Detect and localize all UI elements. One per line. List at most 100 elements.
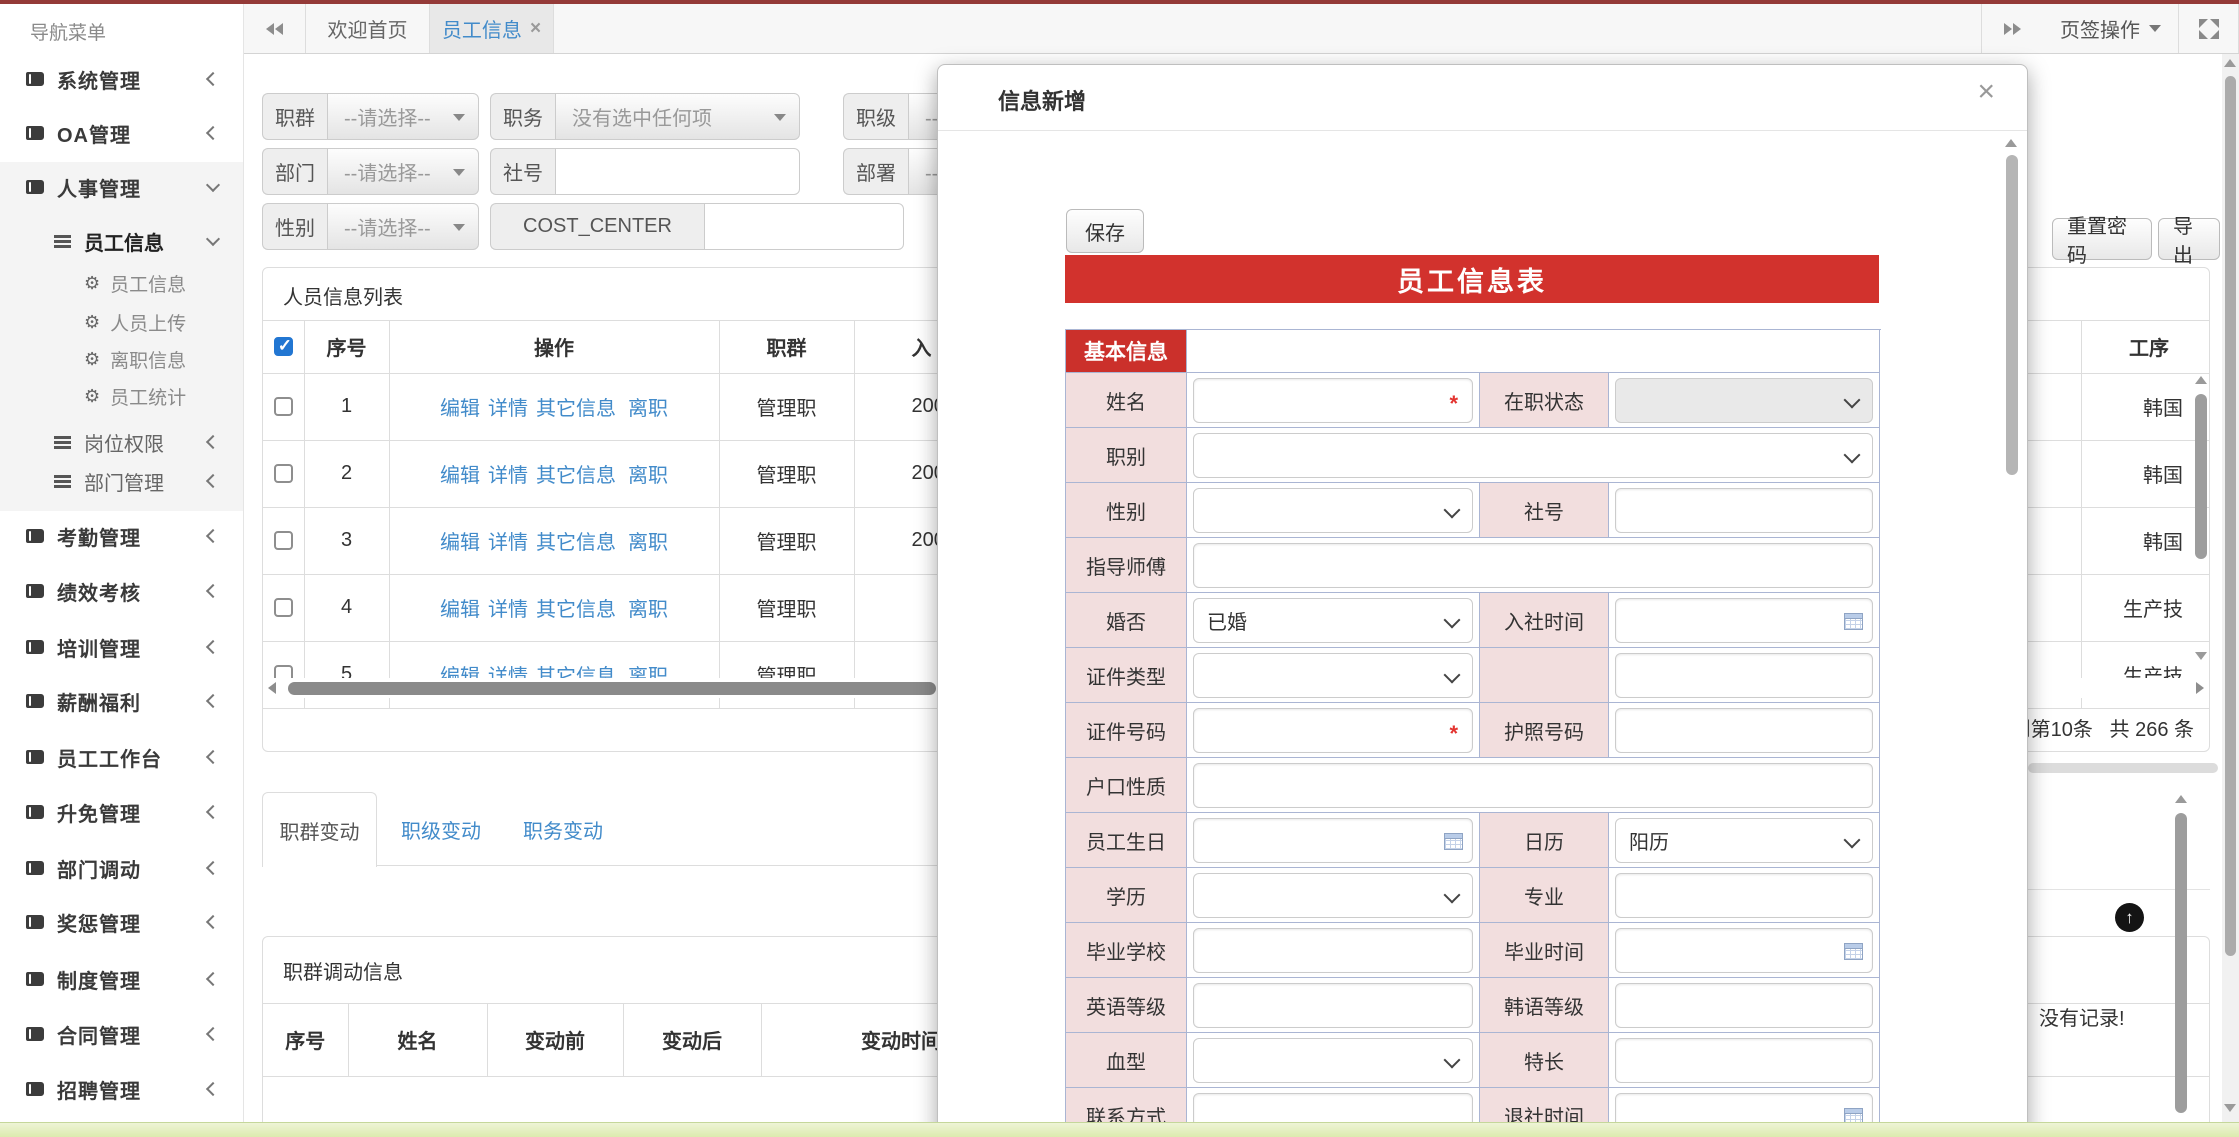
row-checkbox[interactable] [274,531,293,550]
bottom-hscrollbar-sliver[interactable] [2028,763,2218,773]
calendar-icon[interactable] [1444,833,1463,850]
scroll-down-arrow-icon[interactable] [2195,652,2207,660]
page-vscrollbar[interactable] [2222,54,2239,1122]
resign-link[interactable]: 离职 [628,398,668,420]
school-input[interactable] [1193,928,1473,973]
tabs-scroll-right-button[interactable] [1981,4,2043,53]
id-extra-input[interactable] [1615,653,1873,698]
mentor-input[interactable] [1193,543,1873,588]
scroll-up-arrow-icon[interactable] [2195,376,2207,384]
filter-department-select[interactable]: --请选择-- [327,148,479,195]
marital-select[interactable]: 已婚 [1193,598,1473,643]
sidebar-item-system-mgmt[interactable]: 系统管理 [0,59,242,99]
scroll-left-arrow-icon[interactable] [268,682,276,694]
sidebar-item-recruitment-mgmt[interactable]: 招聘管理 [0,1069,242,1109]
company-no-input[interactable] [555,148,800,195]
id-type-select[interactable] [1193,653,1473,698]
sidebar-item-policy-mgmt[interactable]: 制度管理 [0,959,242,999]
resign-link[interactable]: 离职 [628,532,668,554]
education-select[interactable] [1193,873,1473,918]
sidebar-item-dept-mgmt[interactable]: 部门管理 [0,463,242,499]
other-info-link[interactable]: 其它信息 [536,599,616,621]
sidebar-item-reward-punish-mgmt[interactable]: 奖惩管理 [0,902,242,942]
specialty-input[interactable] [1615,1038,1873,1083]
sidebar-item-employee-workbench[interactable]: 员工工作台 [0,737,242,777]
detail-link[interactable]: 详情 [488,398,528,420]
bottom-vscrollbar[interactable] [2174,795,2188,1122]
calendar-icon[interactable] [1844,943,1863,960]
calendar-type-select[interactable]: 阳历 [1615,818,1873,863]
edit-link[interactable]: 编辑 [440,599,480,621]
scroll-right-arrow-icon[interactable] [2196,682,2204,694]
scroll-up-arrow-icon[interactable] [2175,795,2187,803]
detail-link[interactable]: 详情 [488,465,528,487]
edit-link[interactable]: 编辑 [440,532,480,554]
name-input[interactable]: * [1193,378,1473,423]
other-info-link[interactable]: 其它信息 [536,465,616,487]
hukou-input[interactable] [1193,763,1873,808]
other-info-link[interactable]: 其它信息 [536,398,616,420]
sidebar-item-post-permission[interactable]: 岗位权限 [0,424,242,460]
birthday-input[interactable] [1193,818,1473,863]
edit-link[interactable]: 编辑 [440,398,480,420]
id-number-input[interactable]: * [1193,708,1473,753]
modal-vscrollbar[interactable] [2005,139,2018,1129]
detail-link[interactable]: 详情 [488,599,528,621]
sidebar-item-training-mgmt[interactable]: 培训管理 [0,627,242,667]
company-no-input[interactable] [1615,488,1873,533]
join-date-input[interactable] [1615,598,1873,643]
sidebar-item-dept-transfer[interactable]: 部门调动 [0,848,242,888]
major-input[interactable] [1615,873,1873,918]
gender-select[interactable] [1193,488,1473,533]
scroll-up-arrow-icon[interactable] [2224,59,2236,67]
sidebar-item-salary-welfare[interactable]: 薪酬福利 [0,681,242,721]
select-all-checkbox[interactable] [274,337,293,356]
edit-link[interactable]: 编辑 [440,465,480,487]
blood-type-select[interactable] [1193,1038,1473,1083]
status-select[interactable] [1615,378,1873,423]
english-level-input[interactable] [1193,983,1473,1028]
sidebar-item-personnel-upload[interactable]: ⚙人员上传 [0,306,242,338]
employee-table-vscrollbar[interactable] [2194,376,2208,666]
job-category-select[interactable] [1193,433,1873,478]
passport-input[interactable] [1615,708,1873,753]
resign-link[interactable]: 离职 [628,599,668,621]
korean-level-input[interactable] [1615,983,1873,1028]
sidebar-item-resignation-info[interactable]: ⚙离职信息 [0,343,242,375]
sidebar-item-employee-info[interactable]: ⚙员工信息 [0,267,242,299]
resign-link[interactable]: 离职 [628,465,668,487]
sidebar-item-oa-mgmt[interactable]: OA管理 [0,113,242,153]
sidebar-item-contract-mgmt[interactable]: 合同管理 [0,1014,242,1054]
hscrollbar-thumb[interactable] [288,682,936,695]
detail-link[interactable]: 详情 [488,532,528,554]
sidebar-item-employee-stats[interactable]: ⚙员工统计 [0,380,242,412]
scroll-up-arrow-icon[interactable] [2005,139,2017,147]
vscrollbar-thumb[interactable] [2175,813,2187,1113]
vscrollbar-thumb[interactable] [2195,394,2207,559]
grad-date-input[interactable] [1615,928,1873,973]
sidebar-item-performance-review[interactable]: 绩效考核 [0,571,242,611]
filter-gender-select[interactable]: --请选择-- [327,203,479,250]
save-button[interactable]: 保存 [1066,209,1144,253]
tab-operations-dropdown[interactable]: 页签操作 [2043,4,2179,53]
fullscreen-button[interactable] [2179,4,2239,53]
tab-close-icon[interactable]: × [530,18,541,40]
scroll-down-arrow-icon[interactable] [2224,1104,2236,1112]
filter-job-group-select[interactable]: --请选择-- [327,93,479,140]
page-vscrollbar-thumb[interactable] [2225,76,2236,956]
other-info-link[interactable]: 其它信息 [536,532,616,554]
row-checkbox[interactable] [274,397,293,416]
row-checkbox[interactable] [274,598,293,617]
sidebar-item-promotion-mgmt[interactable]: 升免管理 [0,792,242,832]
filter-job-duty-select[interactable]: 没有选中任何项 [555,93,800,140]
calendar-icon[interactable] [1844,613,1863,630]
tab-welcome[interactable]: 欢迎首页 [306,4,430,53]
tab-job-level-change[interactable]: 职级变动 [400,792,482,866]
modal-vscrollbar-thumb[interactable] [2006,155,2018,475]
sidebar-item-hr-mgmt[interactable]: 人事管理 [0,167,242,207]
cost-center-input[interactable] [704,203,904,250]
tab-job-group-change[interactable]: 职群变动 [262,792,377,867]
export-button[interactable]: 导出 [2158,218,2220,260]
row-checkbox[interactable] [274,464,293,483]
tabs-scroll-left-button[interactable] [244,4,306,53]
